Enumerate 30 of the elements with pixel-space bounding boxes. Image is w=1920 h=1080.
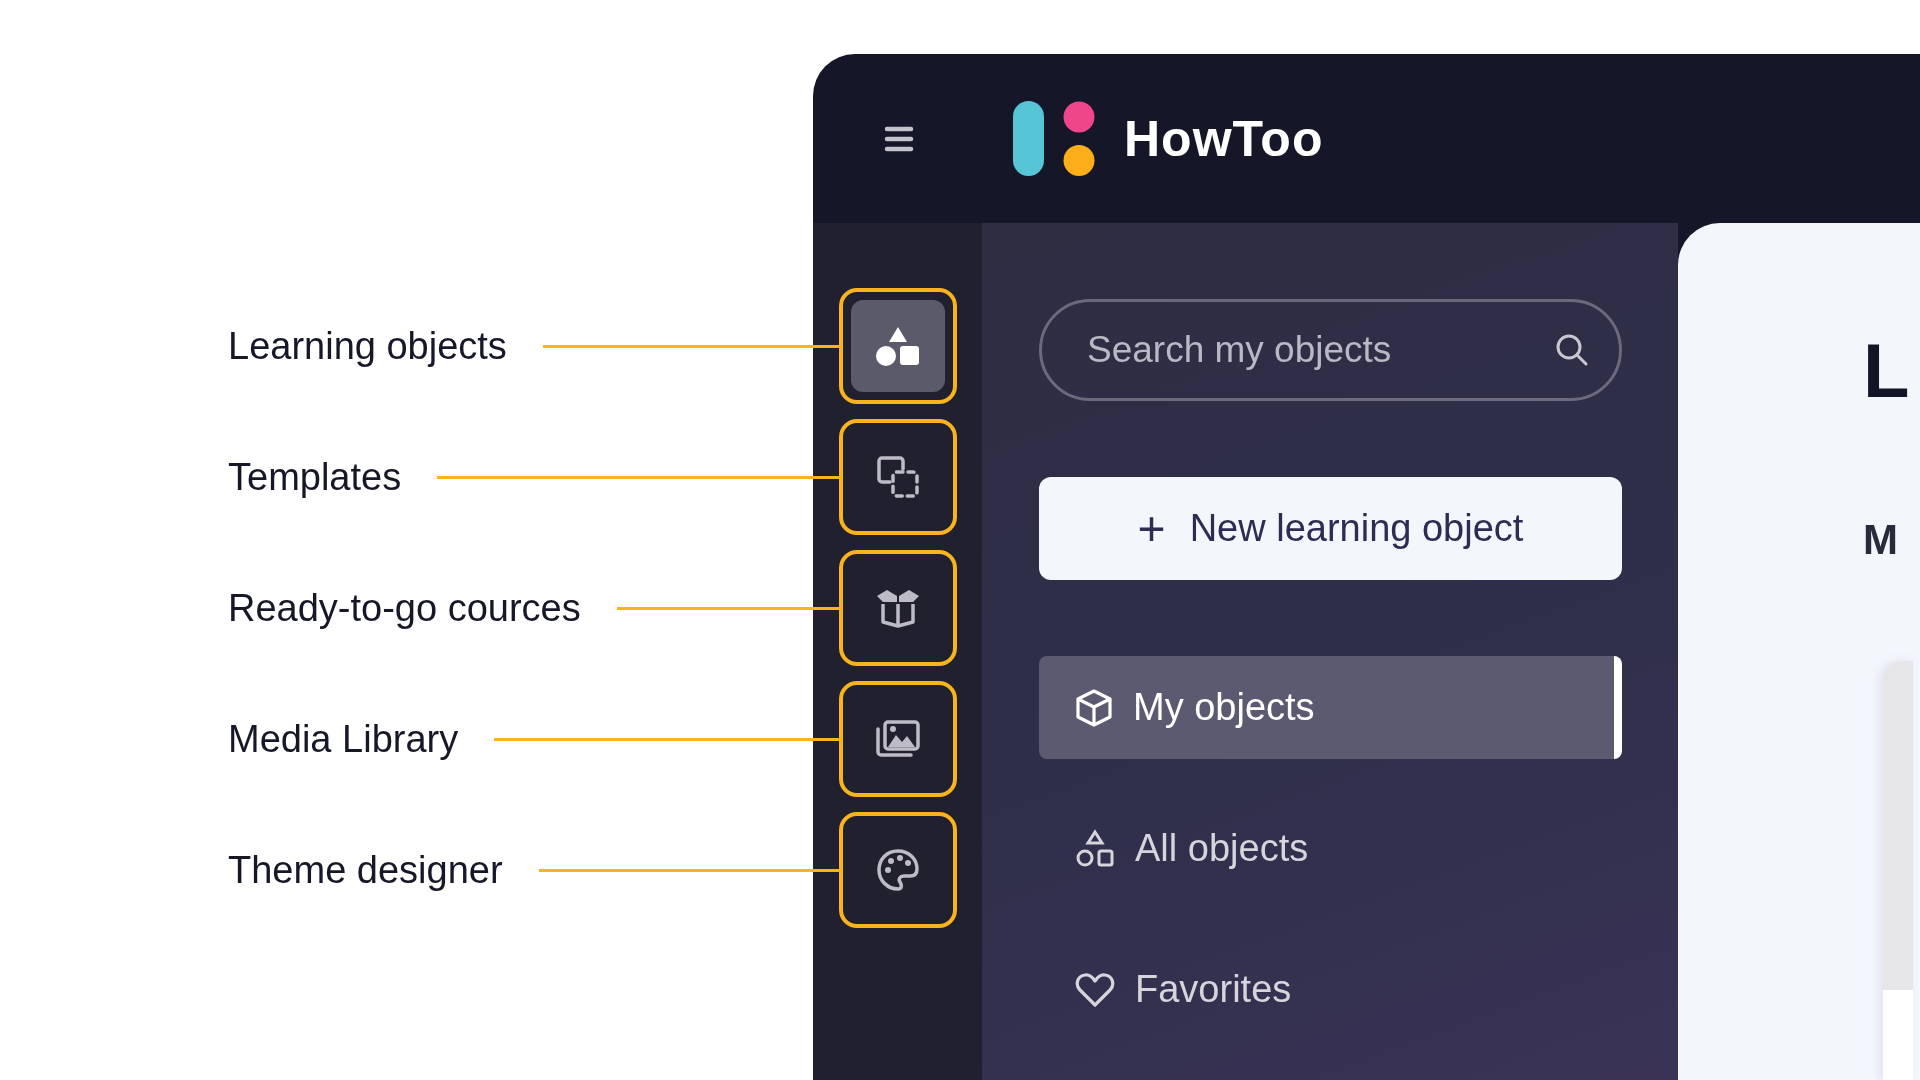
annotation-label: Templates	[228, 455, 402, 499]
search-field[interactable]: Search my objects	[1039, 299, 1622, 401]
shapes-icon	[1075, 828, 1115, 869]
search-icon	[1555, 333, 1589, 367]
nav-item[interactable]: All objects	[1039, 797, 1622, 900]
shapes-icon	[875, 325, 921, 367]
palette-icon	[876, 848, 920, 892]
plus-icon: +	[1137, 504, 1166, 553]
new-learning-object-button[interactable]: + New learning object	[1039, 477, 1622, 580]
sidebar-button[interactable]	[839, 681, 957, 797]
page-title: L	[1863, 333, 1911, 409]
nav-item[interactable]: My objects	[1039, 656, 1622, 759]
menu-icon[interactable]	[884, 125, 914, 152]
section-heading: M	[1863, 519, 1899, 561]
sidebar-button[interactable]	[839, 550, 957, 666]
sidebar-button[interactable]	[839, 419, 957, 535]
sidebar-button[interactable]	[839, 812, 957, 928]
sidebar-button[interactable]	[839, 288, 957, 404]
logo-icon	[1013, 100, 1095, 177]
annotation-label: Learning objects	[228, 324, 507, 368]
copy-dashed-icon	[875, 454, 921, 500]
images-icon	[875, 719, 921, 759]
box-icon	[875, 588, 921, 628]
cube-icon	[1075, 687, 1113, 728]
annotation-label: Media Library	[228, 717, 459, 761]
nav-item[interactable]: Favorites	[1039, 938, 1622, 1041]
annotation-label: Ready-to-go cources	[228, 586, 581, 630]
heart-icon	[1075, 971, 1115, 1008]
logo-text: HowToo	[1124, 109, 1324, 168]
annotation-label: Theme designer	[228, 848, 503, 892]
